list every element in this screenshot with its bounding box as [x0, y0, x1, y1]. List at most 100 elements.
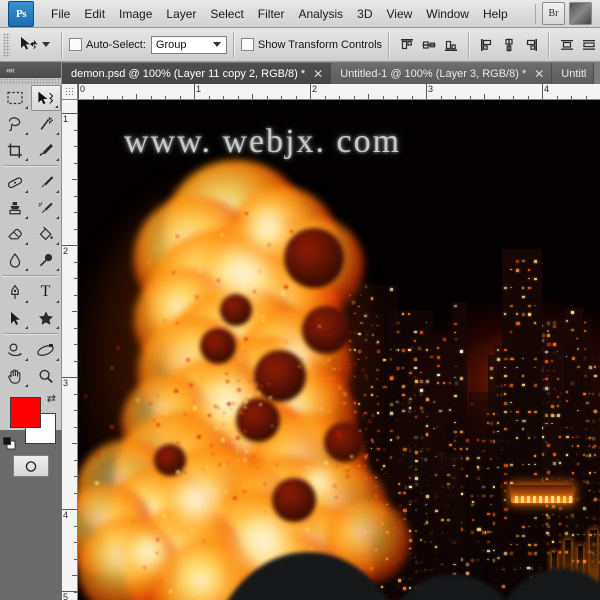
smoke-lump [284, 228, 344, 288]
menu-3d[interactable]: 3D [350, 4, 379, 24]
building-window [516, 437, 518, 439]
history-brush-tool[interactable] [31, 195, 61, 221]
menu-view[interactable]: View [379, 4, 419, 24]
ember [346, 469, 349, 472]
building-window [403, 491, 406, 494]
close-icon[interactable]: ✕ [313, 68, 323, 80]
blur-tool[interactable] [0, 247, 30, 273]
building-window [534, 384, 538, 387]
auto-select-dropdown[interactable]: Group [150, 35, 227, 54]
ember [187, 352, 190, 355]
document-tab-label: demon.psd @ 100% (Layer 11 copy 2, RGB/8… [71, 67, 306, 80]
eyedropper-tool[interactable] [31, 137, 61, 163]
align-vertical-centers-icon[interactable] [420, 36, 438, 54]
custom-shape-tool[interactable] [31, 305, 61, 331]
lasso-tool[interactable] [0, 111, 30, 137]
menu-file[interactable]: File [44, 4, 77, 24]
ember [149, 402, 152, 405]
ember [252, 455, 255, 458]
close-icon[interactable]: ✕ [534, 68, 544, 80]
menu-select[interactable]: Select [203, 4, 250, 24]
auto-select-checkbox[interactable] [69, 38, 82, 51]
collapse-panel-icon[interactable]: «« [6, 65, 15, 75]
building-window [448, 443, 452, 447]
menu-help[interactable]: Help [476, 4, 515, 24]
building-window [448, 408, 452, 411]
3d-orbit-tool[interactable] [31, 337, 61, 363]
building-window [551, 405, 555, 408]
building-window [477, 466, 480, 468]
distribute-vertical-centers-icon[interactable] [580, 36, 598, 54]
mini-bridge-button[interactable] [569, 2, 592, 25]
hand-tool[interactable] [0, 363, 30, 389]
default-colors-icon[interactable] [3, 437, 16, 450]
gradient-tool[interactable] [31, 221, 61, 247]
show-transform-checkbox[interactable] [240, 38, 254, 51]
align-bottom-edges-icon[interactable] [442, 36, 460, 54]
align-top-edges-icon[interactable] [398, 36, 416, 54]
foreground-color-swatch[interactable] [10, 397, 41, 428]
align-horizontal-centers-icon[interactable] [500, 36, 518, 54]
bridge-button[interactable]: Br [542, 2, 565, 25]
move-tool[interactable] [30, 85, 61, 111]
ember [261, 315, 264, 318]
document-canvas[interactable]: www. webjx. com [78, 100, 600, 600]
pen-tool[interactable] [0, 279, 30, 305]
building-window [504, 357, 508, 361]
tools-group-retouch [0, 169, 61, 273]
path-selection-tool[interactable] [0, 305, 30, 331]
building-window [425, 398, 429, 401]
tool-submenu-corner-icon [25, 216, 28, 219]
building-window [420, 538, 422, 541]
smoke-lump [272, 478, 316, 522]
distribute-top-edges-icon[interactable] [558, 36, 576, 54]
vertical-ruler[interactable]: 1 2 3 4 5 [62, 100, 78, 600]
dodge-tool[interactable] [31, 247, 61, 273]
menu-image[interactable]: Image [112, 4, 159, 24]
edit-in-quick-mask-mode-button[interactable] [12, 455, 49, 477]
building-window [403, 587, 406, 590]
ember [211, 452, 215, 456]
rooftop-light [569, 496, 572, 503]
spot-healing-brush-tool[interactable] [0, 169, 30, 195]
tool-submenu-corner-icon [25, 158, 28, 161]
tools-panel-header[interactable]: «« [0, 62, 61, 78]
ember [335, 496, 338, 499]
rectangular-marquee-tool[interactable] [0, 85, 30, 111]
building-window [556, 396, 559, 398]
ember [233, 496, 237, 500]
tool-preset-chevron-down-icon[interactable] [42, 42, 50, 47]
swap-colors-icon[interactable]: ⇄ [47, 394, 56, 405]
building-window [528, 463, 530, 466]
ruler-corner[interactable] [62, 84, 78, 100]
clone-stamp-tool[interactable] [0, 195, 30, 221]
eraser-tool[interactable] [0, 221, 30, 247]
zoom-tool[interactable] [31, 363, 61, 389]
menu-analysis[interactable]: Analysis [291, 4, 350, 24]
building-window [522, 286, 525, 289]
photoshop-logo-icon[interactable]: Ps [8, 0, 34, 27]
document-tab-demon[interactable]: demon.psd @ 100% (Layer 11 copy 2, RGB/8… [62, 63, 332, 84]
3d-rotate-tool[interactable] [0, 337, 30, 363]
menu-window[interactable]: Window [419, 4, 476, 24]
menu-filter[interactable]: Filter [251, 4, 292, 24]
building-window [571, 357, 576, 361]
align-left-edges-icon[interactable] [478, 36, 496, 54]
tools-panel-grip[interactable] [0, 78, 61, 85]
brush-tool[interactable] [31, 169, 61, 195]
document-tab-untitled-1[interactable]: Untitled-1 @ 100% (Layer 3, RGB/8) * ✕ [331, 63, 553, 84]
building-window [496, 394, 499, 396]
menu-edit[interactable]: Edit [77, 4, 112, 24]
magic-wand-tool[interactable] [31, 111, 61, 137]
align-right-edges-icon[interactable] [522, 36, 540, 54]
menu-layer[interactable]: Layer [159, 4, 203, 24]
horizontal-ruler[interactable]: 012345 [78, 84, 600, 100]
smoke-lump [154, 444, 186, 476]
ember [220, 233, 224, 237]
active-tool-preview[interactable] [13, 35, 55, 55]
horizontal-type-tool[interactable]: T [31, 279, 61, 305]
document-tab-untitled-2[interactable]: Untitl [552, 63, 595, 84]
building-window [522, 463, 524, 465]
crop-tool[interactable] [0, 137, 30, 163]
options-bar-grip[interactable] [3, 32, 10, 57]
